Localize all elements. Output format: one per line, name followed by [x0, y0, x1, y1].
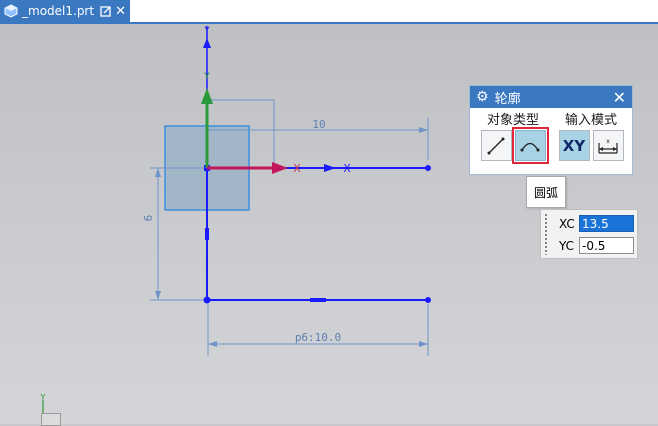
dim-vertical[interactable]: 6: [142, 215, 155, 222]
green-axis-arrow: [201, 88, 213, 104]
profile-dialog: ⚙ 轮廓 ✕ 对象类型 输入模式 XY x: [469, 85, 633, 175]
xc-label: XC: [559, 216, 575, 231]
axis-y-arrow: [203, 38, 211, 48]
axis-y-label: Y: [203, 26, 210, 36]
yc-label: YC: [559, 238, 575, 253]
parameter-mode-button[interactable]: x: [592, 130, 624, 161]
input-mode-group: 输入模式 XY x: [556, 112, 626, 161]
corner-axis-label: Y: [40, 393, 46, 402]
dialog-title: 轮廓: [494, 91, 521, 107]
yc-input[interactable]: [579, 237, 634, 254]
input-mode-label: 输入模式: [564, 113, 617, 128]
xy-mode-button[interactable]: XY: [558, 130, 590, 161]
svg-text:Y: Y: [203, 72, 210, 82]
drag-grip[interactable]: [544, 213, 548, 255]
gear-icon[interactable]: ⚙: [476, 89, 489, 105]
axis-x-label: X: [343, 162, 351, 175]
arc-button[interactable]: [511, 127, 549, 164]
line-button[interactable]: [480, 130, 512, 161]
red-axis-arrow: [272, 162, 288, 174]
dialog-titlebar[interactable]: ⚙ 轮廓 ✕: [470, 86, 632, 108]
arc-icon: [520, 142, 540, 151]
axis-x-arrow: [324, 164, 336, 172]
dim-horizontal-top[interactable]: 10: [312, 118, 325, 131]
tooltip: 圆弧: [526, 176, 566, 208]
dim-horizontal-bottom[interactable]: p6:10.0: [295, 331, 341, 344]
object-type-label: 对象类型: [486, 113, 539, 128]
constraint-marks: [205, 228, 326, 302]
coordinate-input-box: XC YC: [540, 209, 638, 259]
parameter-mode-icon: x: [598, 138, 618, 154]
view-triad-cube: [41, 413, 61, 426]
axis-x-red-label: X: [293, 162, 301, 175]
line-icon: [487, 137, 505, 154]
object-type-group: 对象类型: [476, 112, 550, 164]
xc-input[interactable]: [579, 215, 634, 232]
svg-text:x: x: [606, 138, 610, 145]
dialog-close-icon[interactable]: ✕: [613, 88, 626, 107]
